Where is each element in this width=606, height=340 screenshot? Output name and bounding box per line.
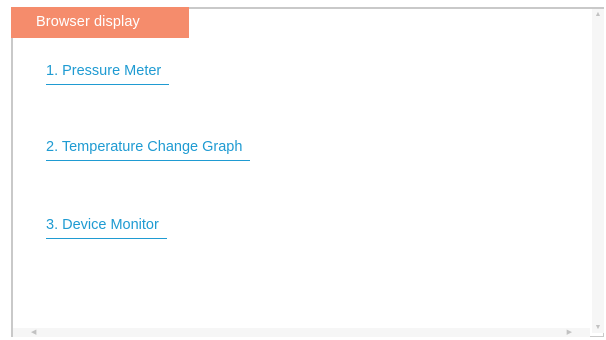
window-title: Browser display bbox=[36, 14, 140, 30]
vertical-scrollbar[interactable]: ▲ ▼ bbox=[592, 9, 604, 333]
scroll-right-icon[interactable]: ▶ bbox=[567, 329, 572, 336]
link-device-monitor[interactable]: 3. Device Monitor bbox=[46, 216, 167, 239]
scroll-up-icon[interactable]: ▲ bbox=[592, 11, 604, 18]
browser-frame bbox=[11, 7, 604, 337]
window-title-tab: Browser display bbox=[11, 7, 189, 38]
link-temperature-change-graph[interactable]: 2. Temperature Change Graph bbox=[46, 138, 251, 161]
scroll-down-icon[interactable]: ▼ bbox=[592, 324, 604, 331]
scroll-left-icon[interactable]: ◀ bbox=[31, 329, 36, 336]
horizontal-scrollbar[interactable]: ◀ ▶ bbox=[13, 328, 590, 337]
link-pressure-meter[interactable]: 1. Pressure Meter bbox=[46, 62, 170, 85]
